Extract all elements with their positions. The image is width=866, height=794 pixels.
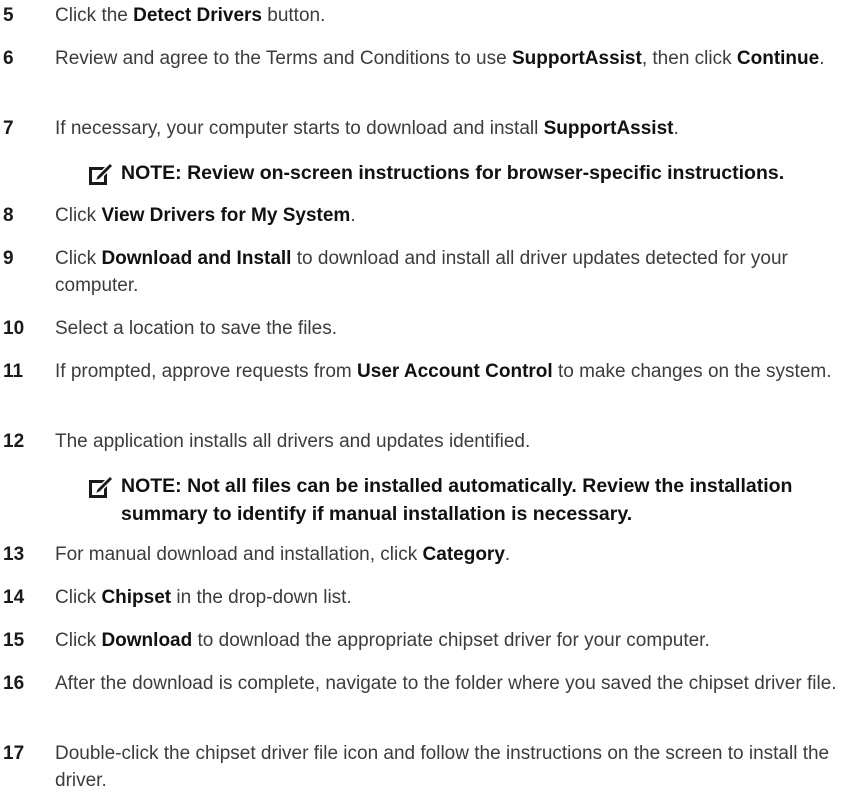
bold-term: Download	[101, 630, 193, 651]
text-run: to make changes on the system.	[552, 361, 832, 382]
step-number: 11	[3, 361, 24, 382]
text-run: Click	[55, 248, 102, 269]
text-run: Review and agree to the Terms and Condit…	[55, 48, 512, 69]
step-text: Click the Detect Drivers button.	[55, 2, 860, 29]
bold-term: View Drivers for My System	[101, 205, 351, 226]
note-text: NOTE: Review on-screen instructions for …	[121, 162, 785, 184]
text-run: Click	[55, 630, 102, 651]
step-text: The application installs all drivers and…	[55, 428, 860, 455]
text-run: For manual download and installation, cl…	[55, 544, 423, 565]
text-run: If necessary, your computer starts to do…	[55, 118, 544, 139]
bold-term: Category	[422, 544, 505, 565]
text-run: After the download is complete, navigate…	[55, 673, 837, 694]
step-text: Review and agree to the Terms and Condit…	[55, 45, 860, 72]
text-run: , then click	[641, 48, 737, 69]
step-text: Click Download and Install to download a…	[55, 245, 860, 299]
text-run: Click the	[55, 5, 134, 26]
text-run: .	[350, 205, 356, 226]
note-pencil-icon	[89, 475, 114, 498]
step-text: Click Download to download the appropria…	[55, 627, 860, 654]
text-run: Double-click the chipset driver file ico…	[55, 743, 830, 791]
step-text: Click Chipset in the drop-down list.	[55, 584, 860, 611]
bold-term: SupportAssist	[511, 48, 642, 69]
step-number: 8	[3, 205, 14, 226]
note-text: NOTE: Not all files can be installed aut…	[121, 475, 793, 525]
note-pencil-icon	[89, 162, 114, 185]
step-text: After the download is complete, navigate…	[55, 670, 860, 697]
step-number: 5	[3, 5, 14, 26]
step-number: 12	[3, 431, 25, 452]
bold-term: Detect Drivers	[133, 5, 262, 26]
text-run: Select a location to save the files.	[55, 318, 337, 339]
step-number: 15	[3, 630, 25, 651]
step-number: 6	[3, 48, 14, 69]
bold-term: Continue	[736, 48, 820, 69]
text-run: Click	[55, 587, 102, 608]
text-run: .	[504, 544, 511, 565]
step-number: 7	[3, 118, 14, 139]
step-number: 13	[3, 544, 25, 565]
text-run: The application installs all drivers and…	[55, 431, 531, 452]
step-number: 16	[3, 673, 25, 694]
bold-term: Download and Install	[101, 248, 292, 269]
step-text: If necessary, your computer starts to do…	[55, 115, 860, 142]
text-run: If prompted, approve requests from	[55, 361, 358, 382]
text-run: button.	[261, 5, 326, 26]
step-number: 17	[3, 743, 25, 764]
text-run: .	[673, 118, 679, 139]
step-number: 14	[3, 587, 25, 608]
text-run: to download the appropriate chipset driv…	[192, 630, 710, 651]
step-number: 9	[3, 248, 14, 269]
text-run: .	[819, 48, 825, 69]
text-run: Click	[55, 205, 102, 226]
bold-term: SupportAssist	[543, 118, 674, 139]
bold-term: User Account Control	[357, 361, 553, 382]
step-text: Click View Drivers for My System.	[55, 202, 860, 229]
step-text: For manual download and installation, cl…	[55, 541, 860, 568]
step-text: Double-click the chipset driver file ico…	[55, 740, 860, 794]
step-text: If prompted, approve requests from User …	[55, 358, 860, 385]
text-run: in the drop-down list.	[171, 587, 352, 608]
step-number: 10	[3, 318, 25, 339]
bold-term: Chipset	[101, 587, 172, 608]
step-text: Select a location to save the files.	[55, 315, 860, 342]
